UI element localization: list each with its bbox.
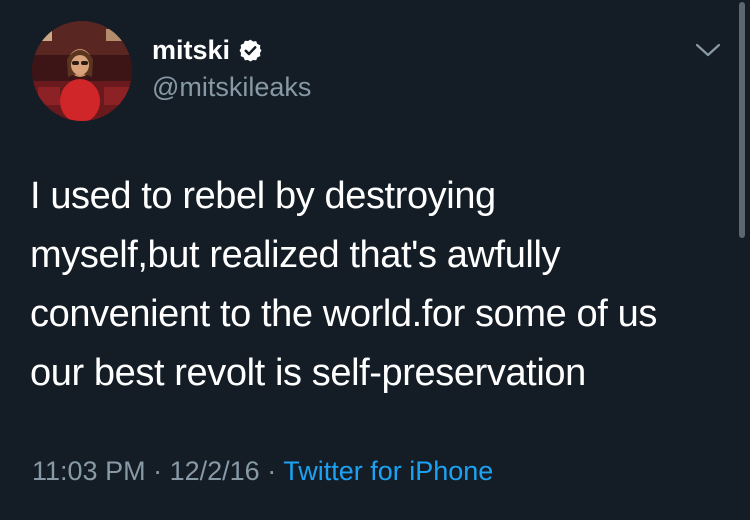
separator-dot: · xyxy=(153,456,163,486)
chevron-down-icon[interactable] xyxy=(694,40,722,60)
tweet-source-link[interactable]: Twitter for iPhone xyxy=(283,456,493,486)
scrollbar[interactable] xyxy=(739,2,745,238)
display-name[interactable]: mitski xyxy=(152,34,263,66)
avatar[interactable] xyxy=(32,21,132,121)
tweet-time[interactable]: 11:03 PM xyxy=(32,456,146,486)
tweet-text-line: our best revolt is self-preservation xyxy=(30,352,586,394)
tweet-text-line: convenient to the world.for some of us xyxy=(30,293,657,335)
user-handle[interactable]: @mitskileaks xyxy=(152,70,311,104)
tweet-metadata: 11:03 PM · 12/2/16 · Twitter for iPhone xyxy=(32,454,493,488)
tweet-text: I used to rebel by destroying myself,but… xyxy=(30,167,730,403)
verified-badge-icon xyxy=(238,38,263,63)
tweet-card: mitski @mitskileaks I used to rebel by d… xyxy=(0,0,750,520)
tweet-text-line: myself,but realized that's awfully xyxy=(30,234,561,276)
tweet-date[interactable]: 12/2/16 xyxy=(170,456,260,486)
separator-dot: · xyxy=(267,456,277,486)
display-name-text: mitski xyxy=(152,35,231,65)
tweet-text-line: I used to rebel by destroying xyxy=(30,175,496,217)
